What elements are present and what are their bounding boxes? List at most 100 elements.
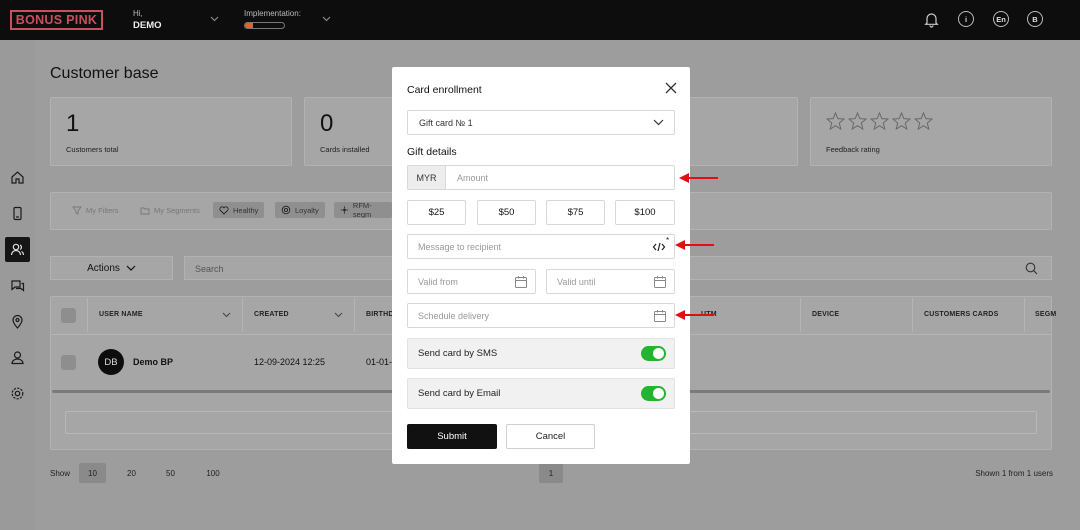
brand-logo[interactable]: BONUS PINK — [10, 10, 103, 30]
actions-label: Actions — [87, 262, 120, 274]
column-header-user-name[interactable]: USER NAME — [99, 311, 143, 318]
preset-50-button[interactable]: $50 — [477, 200, 536, 225]
page-size-10[interactable]: 10 — [79, 463, 106, 483]
amount-field[interactable]: MYR Amount — [407, 165, 675, 190]
heart-icon — [219, 205, 229, 215]
select-all-checkbox[interactable] — [61, 308, 76, 323]
stat-feedback-rating: Feedback rating — [810, 97, 1052, 166]
customer-name[interactable]: Demo BP — [133, 357, 173, 367]
chip-label: RFM-segm — [352, 202, 372, 218]
show-label: Show — [50, 469, 71, 478]
row-checkbox[interactable] — [61, 355, 76, 370]
column-header-device[interactable]: DEVICE — [812, 311, 839, 318]
page-size-100[interactable]: 100 — [197, 463, 229, 483]
actions-dropdown[interactable]: Actions — [50, 256, 173, 280]
phone-icon[interactable] — [5, 201, 30, 226]
gift-details-heading: Gift details — [407, 146, 457, 158]
stat-value: 0 — [320, 110, 334, 137]
schedule-delivery-field[interactable]: Schedule delivery — [407, 303, 675, 328]
chevron-down-icon — [126, 265, 136, 271]
shown-count: Shown 1 from 1 users — [975, 469, 1053, 478]
filter-rfm-segment[interactable]: RFM-segm — [334, 202, 392, 218]
schedule-placeholder: Schedule delivery — [418, 311, 490, 321]
send-by-email-toggle[interactable] — [641, 386, 666, 401]
pagination-page-1[interactable]: 1 — [539, 463, 563, 483]
column-divider — [242, 298, 243, 332]
chevron-down-icon — [653, 119, 664, 126]
page-title: Customer base — [50, 65, 159, 82]
preset-75-button[interactable]: $75 — [546, 200, 605, 225]
calendar-icon[interactable] — [653, 309, 667, 323]
info-icon[interactable]: i — [958, 11, 974, 27]
customers-icon[interactable] — [5, 237, 30, 262]
column-header-created[interactable]: CREATED — [254, 311, 289, 318]
star-icon — [826, 112, 845, 130]
calendar-icon[interactable] — [653, 275, 667, 289]
user-icon[interactable] — [5, 345, 30, 370]
send-by-sms-label: Send card by SMS — [418, 348, 498, 359]
preset-100-button[interactable]: $100 — [615, 200, 675, 225]
network-icon — [340, 206, 349, 214]
greeting-label: Hi, — [133, 9, 143, 18]
arrow-left-icon — [679, 173, 718, 183]
home-icon[interactable] — [5, 165, 30, 190]
code-icon[interactable] — [652, 240, 666, 254]
language-switch[interactable]: En — [993, 11, 1009, 27]
sort-chevron-icon[interactable] — [334, 312, 343, 318]
arrow-left-icon — [675, 240, 714, 250]
submit-button[interactable]: Submit — [407, 424, 497, 449]
stat-label: Feedback rating — [826, 145, 880, 154]
card-type-value: Gift card № 1 — [419, 118, 473, 128]
column-header-birthday[interactable]: BIRTHD — [366, 311, 394, 318]
column-header-customers-cards[interactable]: CUSTOMERS CARDS — [924, 311, 998, 318]
message-field[interactable]: Message to recipient * — [407, 234, 675, 259]
required-mark: * — [666, 236, 670, 245]
birthday: 01-01- — [366, 357, 393, 367]
user-menu-chevron-icon[interactable] — [208, 13, 220, 25]
preset-25-button[interactable]: $25 — [407, 200, 466, 225]
location-icon[interactable] — [5, 309, 30, 334]
chip-label: Healthy — [233, 205, 259, 215]
stat-value: 1 — [66, 110, 80, 137]
filter-my-filters[interactable]: My Filters — [66, 202, 125, 218]
page-size-20[interactable]: 20 — [118, 463, 145, 483]
send-by-email-row: Send card by Email — [407, 378, 675, 409]
column-header-segment[interactable]: SEGM — [1035, 311, 1056, 318]
calendar-icon[interactable] — [514, 275, 528, 289]
valid-until-field[interactable]: Valid until — [546, 269, 675, 294]
amount-input[interactable]: Amount — [457, 173, 488, 183]
column-divider — [354, 298, 355, 332]
stat-label: Cards installed — [320, 145, 370, 154]
close-icon[interactable] — [664, 81, 678, 95]
column-divider — [87, 298, 88, 332]
sort-chevron-icon[interactable] — [222, 312, 231, 318]
funnel-icon — [72, 206, 82, 215]
star-icon — [870, 112, 889, 130]
column-divider — [1024, 298, 1025, 332]
cancel-button[interactable]: Cancel — [506, 424, 595, 449]
bell-icon[interactable] — [923, 11, 940, 28]
chip-label: Loyalty — [295, 205, 319, 215]
stat-card-hidden — [680, 97, 798, 166]
implementation-chevron-icon[interactable] — [320, 13, 332, 25]
gear-icon[interactable] — [5, 381, 30, 406]
card-type-select[interactable]: Gift card № 1 — [407, 110, 675, 135]
profile-avatar[interactable]: B — [1027, 11, 1043, 27]
filter-my-segments[interactable]: My Segments — [134, 202, 206, 218]
implementation-label: Implementation: — [244, 9, 301, 18]
filter-healthy[interactable]: Healthy — [213, 202, 265, 218]
send-by-email-label: Send card by Email — [418, 388, 501, 399]
page-size-50[interactable]: 50 — [157, 463, 184, 483]
search-icon[interactable] — [1025, 262, 1038, 275]
modal-title: Card enrollment — [407, 84, 482, 96]
filter-loyalty[interactable]: Loyalty — [275, 202, 325, 218]
valid-from-field[interactable]: Valid from — [407, 269, 536, 294]
chat-icon[interactable] — [5, 273, 30, 298]
folder-icon — [140, 207, 150, 214]
implementation-progress-fill — [245, 23, 253, 28]
send-by-sms-toggle[interactable] — [641, 346, 666, 361]
column-divider — [912, 298, 913, 332]
star-icon — [914, 112, 933, 130]
chip-label: My Filters — [86, 205, 119, 215]
stat-label: Customers total — [66, 145, 119, 154]
